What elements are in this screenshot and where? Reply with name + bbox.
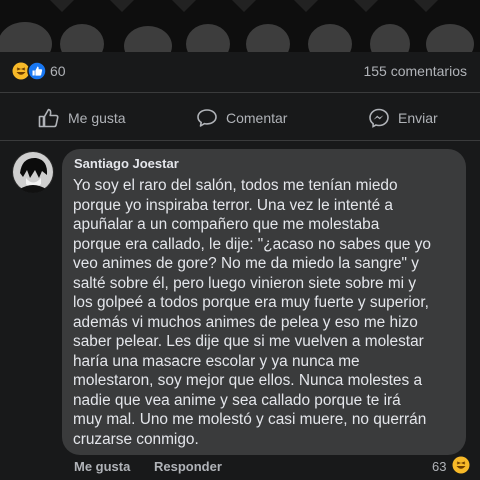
comment-line: nadie que vea anime y sea callado porque… bbox=[73, 391, 401, 409]
reply-link[interactable]: Responder bbox=[154, 459, 222, 474]
haha-icon[interactable] bbox=[452, 456, 470, 474]
comment-footer: Me gusta Responder 63 bbox=[0, 456, 480, 479]
comment-line: veo animes de gore? No me da miedo la sa… bbox=[73, 255, 419, 272]
comment-line: apuñalar a un compañero que me molestaba bbox=[73, 216, 380, 233]
comment-reaction-count[interactable]: 63 bbox=[432, 459, 446, 474]
like-button[interactable]: Me gusta bbox=[38, 100, 126, 136]
comment-icon bbox=[197, 109, 217, 127]
send-button[interactable]: Enviar bbox=[368, 100, 438, 136]
comment-line: porque era callado, le dije: "¿acaso no … bbox=[73, 235, 431, 253]
haha-icon bbox=[12, 62, 30, 80]
comment-line: muy mal. Uno me molestó y casi muere, no… bbox=[73, 411, 427, 428]
divider-top bbox=[0, 92, 480, 93]
comment-author[interactable]: Santiago Joestar bbox=[74, 156, 179, 171]
comment-line: los golpeé a todos porque era muy fuerte… bbox=[73, 294, 429, 311]
comment-line: cruzarse conmigo. bbox=[73, 430, 199, 448]
divider-bottom bbox=[0, 140, 480, 141]
post-image-pattern bbox=[0, 0, 480, 52]
comment-line: salté sobre él, pero luego vinieron siet… bbox=[73, 274, 417, 292]
send-label: Enviar bbox=[398, 110, 438, 126]
thumbs-up-icon bbox=[38, 108, 59, 128]
reaction-icons bbox=[12, 61, 47, 81]
comment-label: Comentar bbox=[226, 110, 288, 126]
comment-line: haría una masacre escolar y ya nunca me bbox=[73, 352, 360, 370]
comment-line: porque yo inspiraba terror. Una vez le i… bbox=[73, 196, 393, 214]
comment-line: Yo soy el raro del salón, todos me tenía… bbox=[73, 177, 398, 194]
avatar-image bbox=[12, 151, 54, 193]
comment-text: Yo soy el raro del salón, todos me tenía… bbox=[73, 176, 465, 449]
like-icon bbox=[27, 61, 47, 81]
comment-line: molestaron, soy mejor que ellos. Nunca m… bbox=[73, 372, 423, 389]
comment-like-link[interactable]: Me gusta bbox=[74, 459, 130, 474]
comment-line: además vi muchos animes de pelea y eso m… bbox=[73, 313, 418, 331]
post-actions: Me gusta Comentar Enviar bbox=[0, 100, 480, 136]
reactions-summary[interactable]: 60 155 comentarios bbox=[0, 56, 480, 86]
comment-bubble[interactable]: Santiago Joestar Yo soy el raro del saló… bbox=[62, 149, 466, 455]
comments-count[interactable]: 155 comentarios bbox=[363, 63, 467, 79]
reaction-count: 60 bbox=[50, 63, 66, 79]
comment-line: saber pelear. Les dije que si me vuelven… bbox=[73, 333, 424, 350]
post-image[interactable] bbox=[0, 0, 480, 52]
like-label: Me gusta bbox=[68, 110, 126, 126]
comment-button[interactable]: Comentar bbox=[196, 100, 287, 136]
messenger-icon bbox=[369, 108, 389, 128]
avatar[interactable] bbox=[12, 151, 54, 193]
